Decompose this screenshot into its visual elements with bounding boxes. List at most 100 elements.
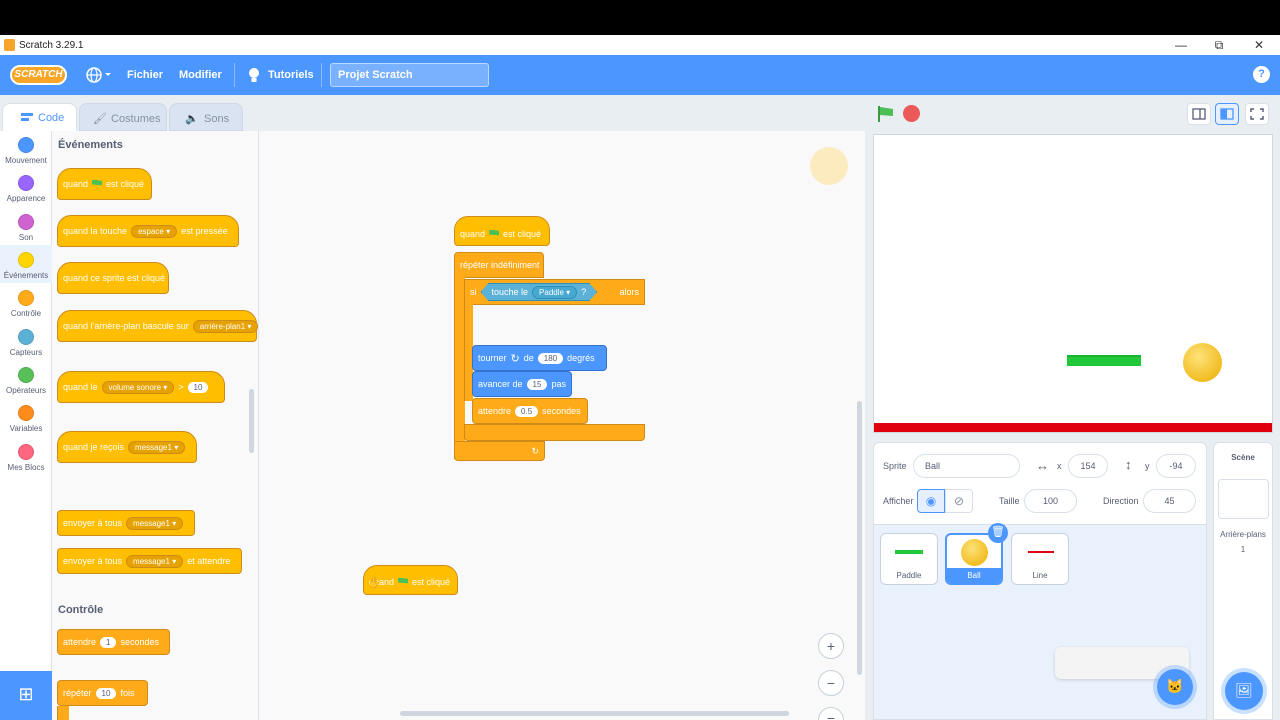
block-broadcast[interactable]: envoyer à tous message1 ▾ [57, 510, 195, 536]
category-control[interactable]: Contrôle [0, 290, 52, 318]
zoom-in-button[interactable]: + [818, 633, 844, 659]
zoom-out-button[interactable]: − [818, 670, 844, 696]
show-sprite-button[interactable]: ◉ [917, 489, 945, 513]
message-dropdown[interactable]: message1 ▾ [126, 554, 184, 568]
block-when-greater-than[interactable]: quand le volume sonore ▾ >10 [57, 371, 225, 403]
fullscreen-icon [1250, 108, 1264, 120]
block-text: attendre [63, 637, 97, 647]
sprite-thumb-line[interactable]: Line [1011, 533, 1069, 585]
number-input[interactable]: 10 [95, 687, 117, 699]
x-position-field[interactable]: 154 [1068, 454, 1108, 478]
tab-code[interactable]: Code [2, 103, 77, 131]
category-operators[interactable]: Opérateurs [0, 367, 52, 395]
hide-sprite-button[interactable]: ⊘ [945, 489, 973, 513]
block-palette: Événements quand est cliqué quand la touc… [52, 131, 259, 720]
key-dropdown[interactable]: espace ▾ [131, 224, 178, 238]
menu-divider [234, 63, 235, 87]
menu-tutorials[interactable]: Tutoriels [268, 69, 314, 81]
close-button[interactable]: ✕ [1251, 37, 1267, 53]
backdrop-dropdown[interactable]: arrière-plan1 ▾ [192, 319, 258, 333]
category-events[interactable]: Événements [0, 245, 52, 283]
menu-file[interactable]: Fichier [127, 69, 163, 81]
block-text: quand l'arrière-plan bascule sur [63, 321, 189, 331]
number-input[interactable]: 180 [537, 352, 564, 364]
green-flag-icon [398, 577, 409, 584]
script-move-steps[interactable]: avancer de 15 pas [472, 371, 572, 397]
block-repeat[interactable]: répéter 10 fois [57, 680, 148, 706]
palette-scrollbar[interactable] [249, 389, 254, 453]
language-menu[interactable] [85, 65, 113, 85]
add-extension-button[interactable]: ⊞ [0, 671, 52, 720]
category-my-blocks[interactable]: Mes Blocs [0, 444, 52, 472]
dropdown-value: message1 [133, 556, 170, 566]
script-when-flag-clicked[interactable]: quand est cliqué [454, 216, 550, 246]
block-text: quand [460, 229, 486, 239]
tab-costumes[interactable]: 🖌 Costumes [79, 103, 167, 131]
number-input[interactable]: 10 [187, 381, 209, 393]
block-text: degrés [567, 353, 595, 363]
message-dropdown[interactable]: message1 ▾ [128, 440, 186, 454]
sprite-name-field[interactable]: Ball [913, 454, 1020, 478]
menu-edit[interactable]: Modifier [179, 69, 222, 81]
sprite-thumb-label: Ball [947, 568, 1001, 583]
block-when-flag-clicked[interactable]: quand est cliqué [57, 168, 152, 200]
number-input[interactable]: 15 [526, 378, 548, 390]
stop-button[interactable] [903, 105, 920, 122]
sensing-touching[interactable]: touche le Paddle ▾ ? [481, 283, 598, 301]
delete-sprite-button[interactable]: 🗑 [988, 523, 1008, 543]
tab-sounds[interactable]: 🔈 Sons [169, 103, 243, 131]
category-dot [18, 367, 34, 383]
eye-icon: ◉ [925, 494, 937, 508]
ball-sprite[interactable] [1183, 343, 1222, 382]
stage-canvas[interactable] [873, 134, 1273, 433]
script-if-then[interactable]: si touche le Paddle ▾ ? alors [464, 279, 645, 305]
help-icon[interactable]: ? [1253, 66, 1270, 83]
sprite-ghost-icon [810, 147, 848, 185]
choose-sprite-button[interactable]: 🐱 [1157, 669, 1193, 705]
category-looks[interactable]: Apparence [0, 175, 52, 203]
project-title-input[interactable]: Projet Scratch [330, 63, 489, 87]
block-broadcast-and-wait[interactable]: envoyer à tous message1 ▾ et attendre [57, 548, 242, 574]
maximize-button[interactable]: ⧉ [1211, 37, 1227, 53]
zoom-reset-button[interactable]: = [818, 707, 844, 720]
script-vertical-scrollbar[interactable] [857, 401, 862, 675]
show-label: Afficher [883, 496, 914, 506]
category-label: Contrôle [10, 309, 42, 318]
script-turn-degrees[interactable]: tourner ↻ de 180 degrés [472, 345, 607, 371]
script-forever[interactable]: répéter indéfiniment [454, 252, 544, 278]
script-wait-seconds[interactable]: attendre 0.5 secondes [472, 398, 588, 424]
category-motion[interactable]: Mouvement [0, 137, 52, 165]
backdrop-thumbnail[interactable] [1218, 479, 1269, 519]
category-sensing[interactable]: Capteurs [0, 329, 52, 357]
block-when-backdrop-switches[interactable]: quand l'arrière-plan bascule sur arrière-… [57, 310, 258, 342]
y-position-field[interactable]: -94 [1156, 454, 1196, 478]
paddle-sprite[interactable] [1067, 355, 1141, 366]
message-dropdown[interactable]: message1 ▾ [126, 516, 184, 530]
number-input[interactable]: 1 [100, 636, 117, 648]
category-variables[interactable]: Variables [0, 405, 52, 433]
block-when-key-pressed[interactable]: quand la touche espace ▾ est pressée [57, 215, 239, 247]
small-stage-button[interactable] [1187, 103, 1211, 125]
block-wait-seconds[interactable]: attendre 1 secondes [57, 629, 170, 655]
touching-dropdown[interactable]: Paddle ▾ [532, 286, 577, 299]
fullscreen-button[interactable] [1245, 103, 1269, 125]
scratch-logo[interactable]: SCRATCH [10, 65, 67, 85]
green-flag-button[interactable] [876, 104, 896, 129]
category-sound[interactable]: Son [0, 214, 52, 242]
block-when-i-receive[interactable]: quand je reçois message1 ▾ [57, 431, 197, 463]
sprite-thumb-paddle[interactable]: Paddle [880, 533, 938, 585]
category-label: Opérateurs [5, 386, 47, 395]
category-label: Son [18, 233, 34, 242]
sprite-info-panel: Sprite Ball ↔ x 154 ↕ y -94 Afficher ◉ ⊘… [873, 442, 1207, 525]
line-sprite[interactable] [874, 423, 1272, 432]
choose-backdrop-button[interactable]: 🖼 [1225, 672, 1263, 710]
script-horizontal-scrollbar[interactable] [400, 711, 789, 716]
minimize-button[interactable]: — [1173, 37, 1189, 53]
stage-selector[interactable]: Scène Arrière-plans 1 🖼 [1213, 442, 1273, 720]
size-field[interactable]: 100 [1024, 489, 1077, 513]
number-input[interactable]: 0.5 [515, 405, 539, 417]
sensor-dropdown[interactable]: volume sonore ▾ [101, 380, 175, 394]
normal-stage-button[interactable] [1215, 103, 1239, 125]
block-when-sprite-clicked[interactable]: quand ce sprite est cliqué [57, 262, 169, 294]
direction-field[interactable]: 45 [1143, 489, 1196, 513]
